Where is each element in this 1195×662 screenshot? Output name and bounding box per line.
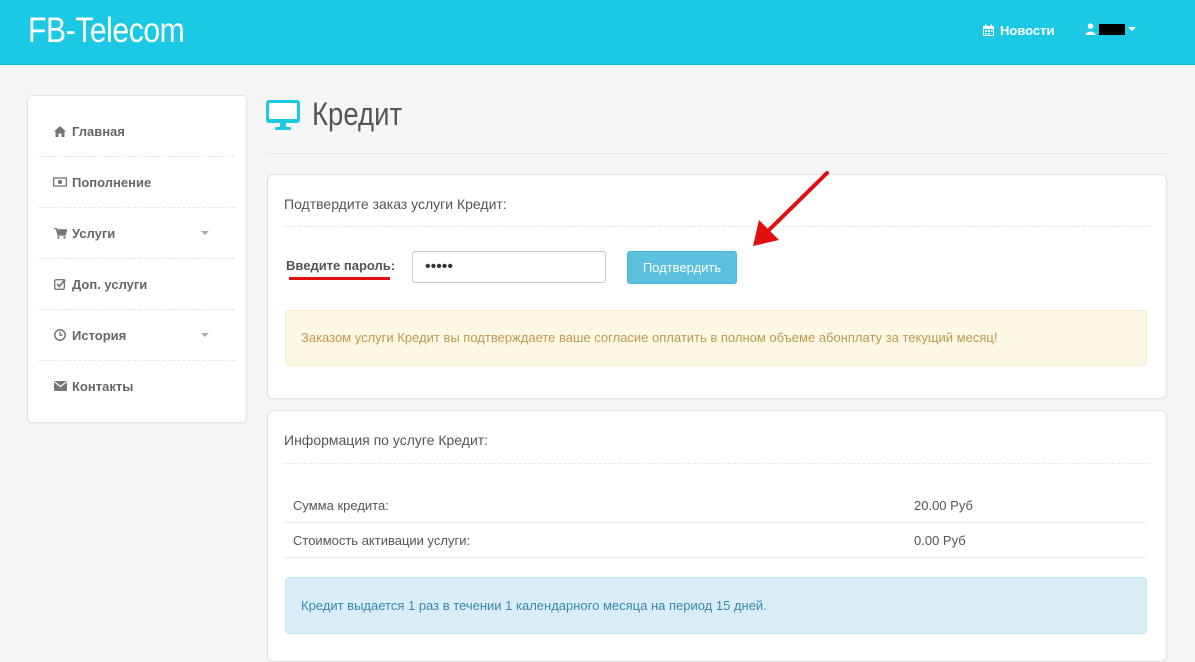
user-icon	[1085, 23, 1096, 35]
sidebar-item-label: Главная	[72, 123, 125, 139]
sidebar-item-label: Услуги	[72, 225, 116, 241]
chevron-down-icon	[1128, 27, 1136, 31]
news-label: Новости	[1000, 23, 1055, 38]
user-name-redacted	[1099, 23, 1125, 35]
page-title: Кредит	[312, 96, 403, 132]
sidebar-item-label: Доп. услуги	[72, 276, 148, 292]
password-field[interactable]	[412, 251, 606, 283]
row-label: Стоимость активации услуги:	[293, 533, 471, 548]
user-menu[interactable]	[1085, 23, 1136, 35]
panel-divider	[284, 462, 1150, 464]
title-divider	[266, 153, 1167, 154]
info-panel-title: Информация по услуге Кредит:	[284, 432, 489, 448]
confirm-order-panel: Подтвердите заказ услуги Кредит: Введите…	[267, 174, 1167, 399]
row-label: Сумма кредита:	[293, 498, 389, 513]
brand-logo[interactable]: FB-Telecom	[28, 11, 185, 51]
password-label: Введите пароль:	[286, 258, 396, 273]
calendar-icon	[983, 24, 994, 36]
annotation-underline	[289, 277, 390, 280]
sidebar-item-topup[interactable]: Пополнение	[39, 157, 235, 208]
row-value: 0.00 Руб	[914, 533, 966, 548]
sidebar-item-home[interactable]: Главная	[39, 106, 235, 157]
panel-divider	[284, 225, 1150, 227]
sidebar-menu: Главная Пополнение Услуги Доп. услуги Ис…	[27, 95, 247, 423]
top-navbar: FB-Telecom Новости	[0, 0, 1195, 65]
info-alert: Кредит выдается 1 раз в течении 1 календ…	[285, 577, 1147, 634]
confirm-button[interactable]: Подтвердить	[627, 251, 737, 284]
sidebar-item-contacts[interactable]: Контакты	[39, 361, 235, 411]
row-value: 20.00 Руб	[914, 498, 973, 513]
news-link[interactable]: Новости	[982, 23, 1055, 38]
table-row: Стоимость активации услуги: 0.00 Руб	[284, 522, 1146, 558]
envelope-icon	[53, 381, 67, 391]
clock-icon	[53, 329, 67, 341]
sidebar-item-label: Пополнение	[72, 174, 152, 190]
table-row: Сумма кредита: 20.00 Руб	[284, 487, 1146, 523]
sidebar-item-label: История	[72, 327, 127, 343]
sidebar-item-label: Контакты	[72, 378, 134, 394]
money-icon	[53, 177, 67, 187]
sidebar-item-extra-services[interactable]: Доп. услуги	[39, 259, 235, 310]
cart-icon	[53, 227, 67, 239]
sidebar-item-history[interactable]: История	[39, 310, 235, 361]
check-square-icon	[53, 278, 67, 290]
warning-alert: Заказом услуги Кредит вы подтверждаете в…	[285, 310, 1147, 366]
service-info-panel: Информация по услуге Кредит: Сумма креди…	[267, 410, 1167, 662]
confirm-panel-title: Подтвердите заказ услуги Кредит:	[284, 196, 507, 212]
annotation-arrow-icon	[753, 171, 829, 246]
page-header: Кредит	[266, 96, 417, 133]
home-icon	[53, 125, 67, 137]
chevron-down-icon	[201, 333, 209, 337]
sidebar-item-services[interactable]: Услуги	[39, 208, 235, 259]
desktop-icon	[266, 99, 300, 130]
chevron-down-icon	[201, 231, 209, 235]
